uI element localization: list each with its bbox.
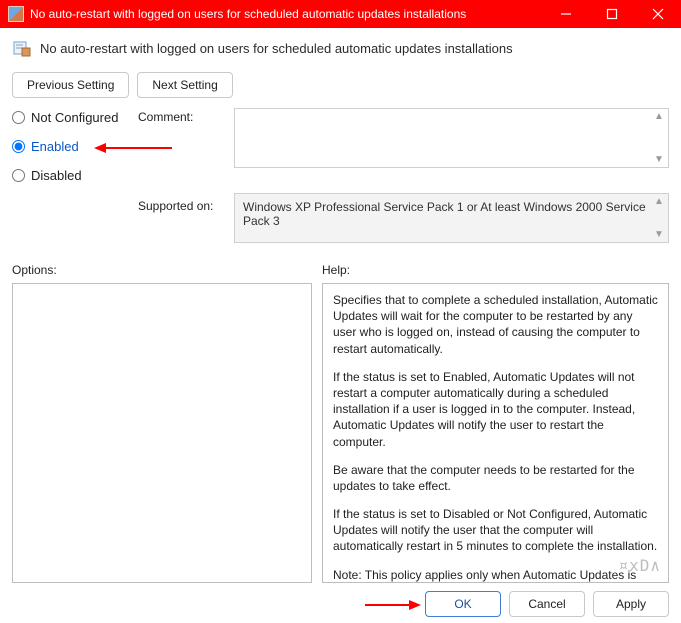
close-button[interactable] [635, 0, 681, 28]
radio-disabled-input[interactable] [12, 169, 25, 182]
radio-not-configured[interactable]: Not Configured [12, 108, 132, 127]
apply-button[interactable]: Apply [593, 591, 669, 617]
radio-disabled[interactable]: Disabled [12, 166, 132, 185]
maximize-button[interactable] [589, 0, 635, 28]
policy-icon [12, 38, 32, 58]
watermark: ¤xD∧ [618, 556, 661, 575]
titlebar: No auto-restart with logged on users for… [0, 0, 681, 28]
page-title: No auto-restart with logged on users for… [40, 41, 513, 56]
options-label: Options: [12, 263, 312, 277]
supported-on-label: Supported on: [138, 193, 228, 213]
scroll-down-icon[interactable]: ▼ [652, 229, 666, 240]
scroll-up-icon[interactable]: ▲ [652, 111, 666, 122]
help-label: Help: [322, 263, 669, 277]
nav-row: Previous Setting Next Setting [12, 72, 669, 98]
radio-enabled-input[interactable] [12, 140, 25, 153]
scroll-up-icon[interactable]: ▲ [652, 196, 666, 207]
help-paragraph: Specifies that to complete a scheduled i… [333, 292, 658, 357]
annotation-arrow-ok [365, 597, 421, 616]
annotation-arrow-enabled [94, 140, 172, 156]
help-paragraph: If the status is set to Disabled or Not … [333, 506, 658, 555]
scroll-down-icon[interactable]: ▼ [652, 154, 666, 165]
help-panel: Specifies that to complete a scheduled i… [322, 283, 669, 583]
help-paragraph: Be aware that the computer needs to be r… [333, 462, 658, 494]
cancel-button[interactable]: Cancel [509, 591, 585, 617]
radio-not-configured-label: Not Configured [31, 110, 118, 125]
supported-on-textbox: Windows XP Professional Service Pack 1 o… [234, 193, 669, 243]
supported-on-text: Windows XP Professional Service Pack 1 o… [243, 200, 646, 228]
minimize-button[interactable] [543, 0, 589, 28]
radio-enabled-label: Enabled [31, 139, 79, 154]
radio-not-configured-input[interactable] [12, 111, 25, 124]
window-controls [543, 0, 681, 28]
options-panel [12, 283, 312, 583]
heading-row: No auto-restart with logged on users for… [12, 38, 669, 58]
comment-textbox[interactable]: ▲ ▼ [234, 108, 669, 168]
comment-label: Comment: [138, 108, 228, 124]
previous-setting-button[interactable]: Previous Setting [12, 72, 129, 98]
radio-disabled-label: Disabled [31, 168, 82, 183]
help-paragraph: If the status is set to Enabled, Automat… [333, 369, 658, 450]
next-setting-button[interactable]: Next Setting [137, 72, 232, 98]
radio-enabled[interactable]: Enabled [12, 137, 132, 156]
help-paragraph: Note: This policy applies only when Auto… [333, 567, 658, 583]
app-icon [8, 6, 24, 22]
window-title: No auto-restart with logged on users for… [30, 7, 543, 21]
ok-button[interactable]: OK [425, 591, 501, 617]
footer-buttons: OK Cancel Apply [425, 591, 669, 617]
